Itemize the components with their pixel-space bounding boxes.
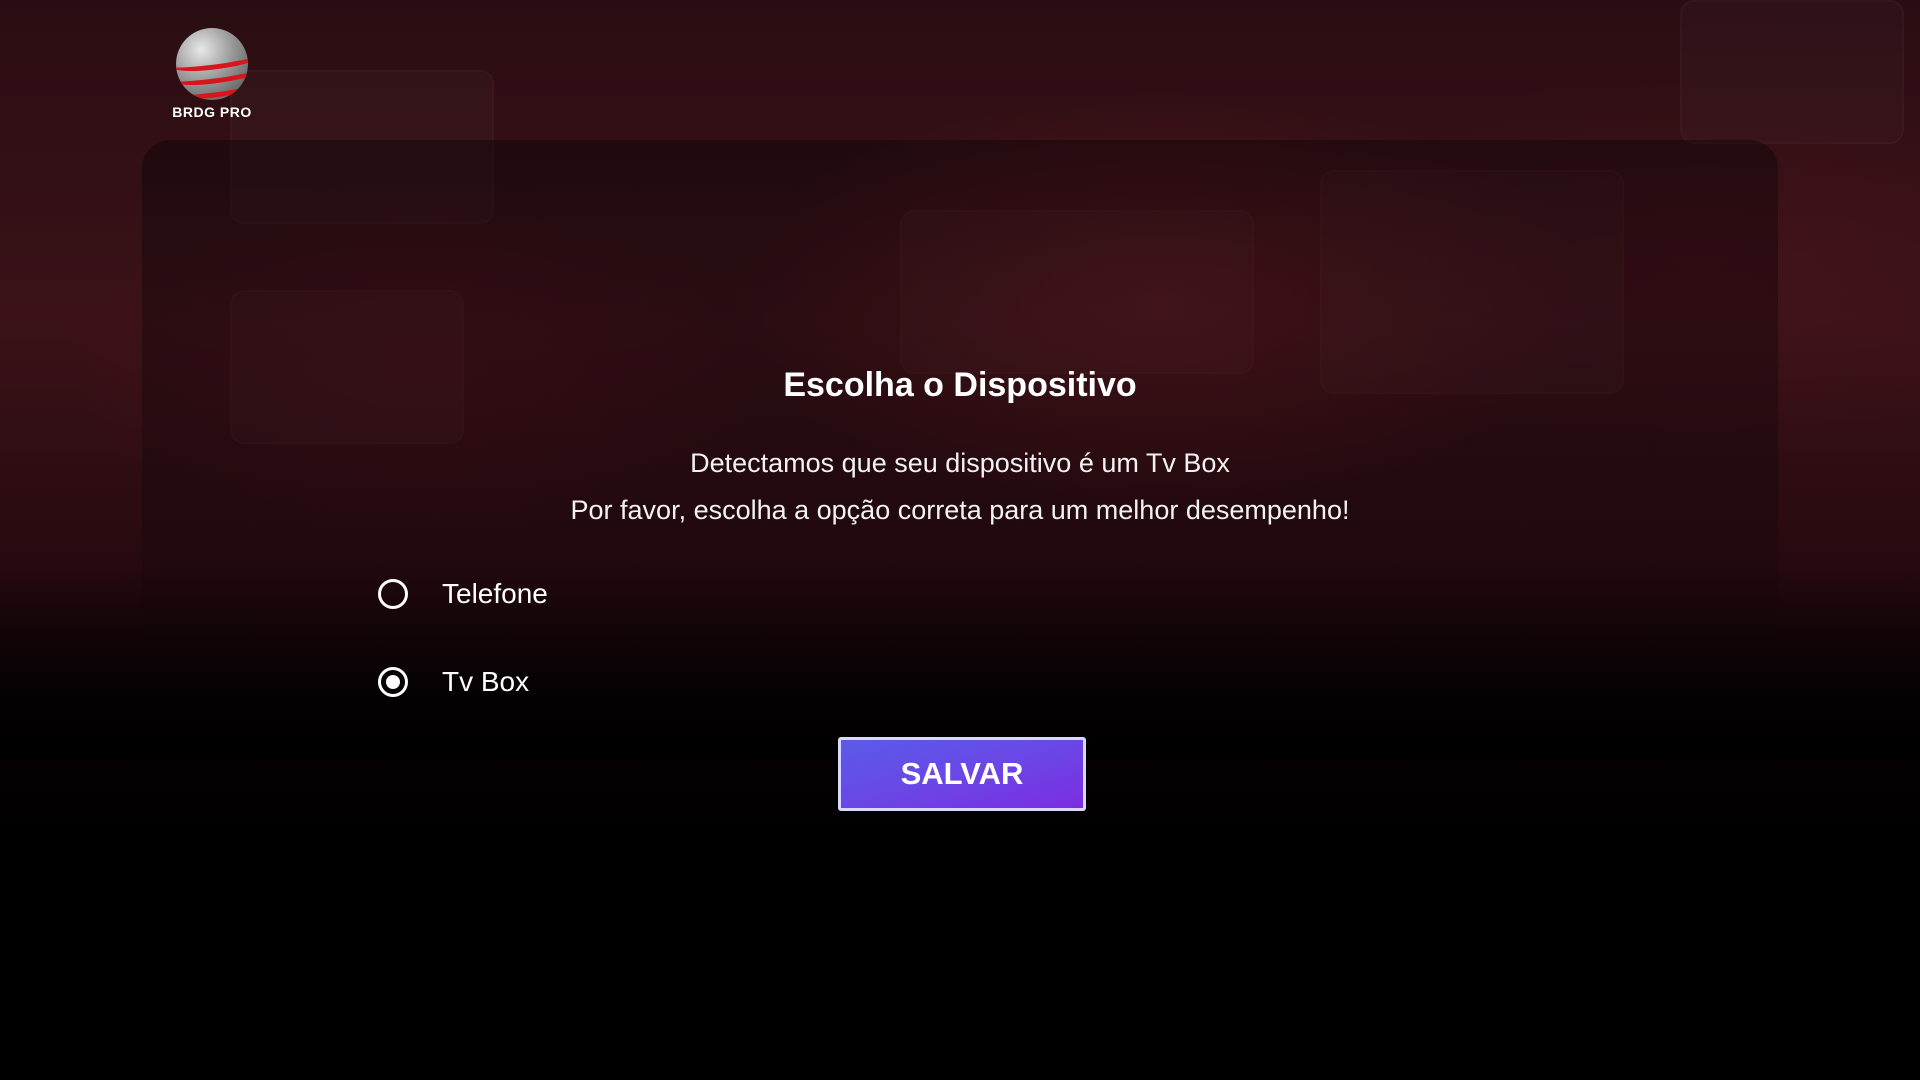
device-selection-screen: BRDG PRO Escolha o Dispositivo Detectamo… (0, 0, 1920, 1080)
brand-name: BRDG PRO (172, 104, 252, 120)
background-channel-tile (1680, 0, 1904, 144)
dialog-message-line-1: Detectamos que seu dispositivo é um Tv B… (690, 448, 1230, 478)
option-tv-box-label: Tv Box (442, 666, 530, 697)
option-telefone[interactable]: Telefone (378, 574, 548, 614)
dialog-message-line-2: Por favor, escolha a opção correta para … (570, 495, 1350, 525)
globe-logo-icon (176, 28, 248, 100)
radio-unchecked-icon[interactable] (378, 579, 408, 609)
radio-checked-icon[interactable] (378, 667, 408, 697)
dialog-title: Escolha o Dispositivo (783, 366, 1137, 404)
option-tv-box[interactable]: Tv Box (378, 662, 529, 702)
dialog-panel (142, 140, 1778, 700)
option-telefone-label: Telefone (442, 578, 548, 609)
save-button[interactable]: SALVAR (838, 737, 1086, 811)
brand-logo: BRDG PRO (160, 28, 264, 124)
